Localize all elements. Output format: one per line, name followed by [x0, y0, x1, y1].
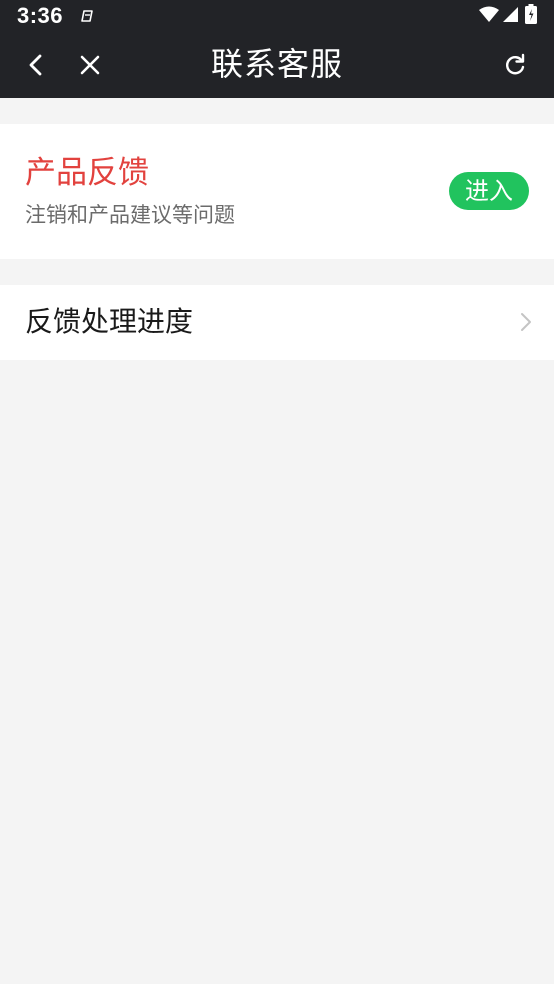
- feedback-card-subtitle: 注销和产品建议等问题: [25, 203, 235, 227]
- signal-icon: [503, 7, 518, 22]
- page-title: 联系客服: [210, 45, 343, 83]
- enter-button[interactable]: 进入: [449, 172, 529, 210]
- wifi-icon: [479, 6, 499, 22]
- feedback-progress-row[interactable]: 反馈处理进度: [0, 285, 554, 360]
- feedback-card-title: 产品反馈: [25, 155, 149, 191]
- battery-icon: [525, 4, 537, 24]
- notification-icon: [81, 10, 93, 22]
- status-time: 3:36: [17, 3, 64, 28]
- product-feedback-card: 产品反馈 注销和产品建议等问题 进入: [0, 124, 554, 259]
- status-bar: 3:36: [0, 0, 554, 32]
- chevron-right-icon: [521, 313, 531, 331]
- navigation-bar: 联系客服: [0, 32, 554, 98]
- refresh-icon[interactable]: [499, 49, 531, 81]
- feedback-progress-label: 反馈处理进度: [25, 305, 194, 338]
